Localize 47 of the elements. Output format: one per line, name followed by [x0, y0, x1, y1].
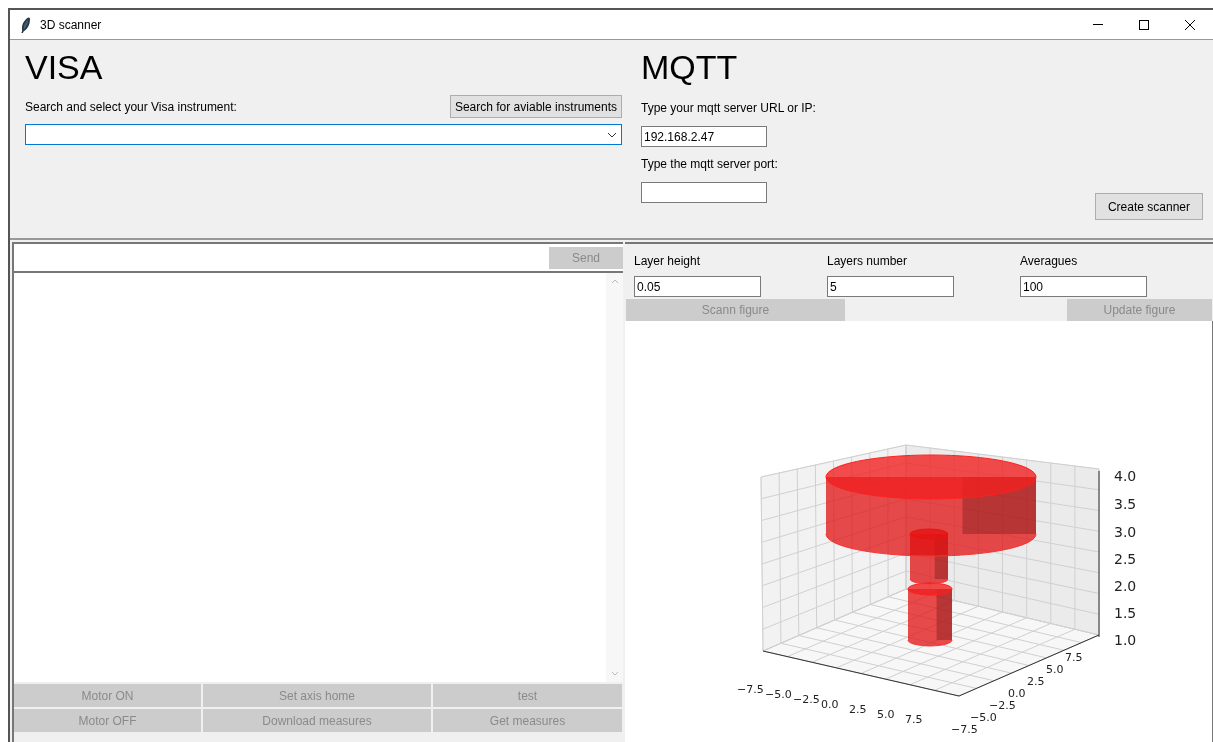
search-button[interactable]: Search for aviable instruments — [449, 95, 622, 118]
maximize-icon — [1139, 19, 1149, 30]
scroll-up-icon — [610, 279, 619, 284]
setting-input-field[interactable]: 100 — [1020, 276, 1147, 297]
tick-label: 2.5 — [1027, 675, 1045, 688]
scroll-down-icon — [610, 671, 619, 676]
field-label: Search and select your Visa instrument: — [25, 98, 237, 116]
tick-label: 3.5 — [1114, 496, 1137, 512]
window-title: 3D scanner — [40, 16, 102, 34]
setting-input-field[interactable]: 5 — [827, 276, 954, 297]
section-heading: VISA — [25, 48, 104, 86]
tick-label: 5.0 — [877, 708, 895, 721]
tick-label: 7.5 — [1065, 651, 1083, 664]
tick-label: 2.0 — [1114, 578, 1137, 594]
tick-label: 7.5 — [905, 713, 923, 726]
section-heading: MQTT — [641, 48, 739, 86]
tick-label: −2.5 — [793, 693, 820, 706]
field-label: Averagues — [1020, 253, 1079, 270]
url-input-field[interactable]: 192.168.2.47 — [641, 126, 767, 147]
tick-label: 4.0 — [1114, 468, 1137, 484]
cylinder-drawing — [907, 582, 953, 647]
tick-label: −5.0 — [970, 711, 997, 724]
field-label: Type your mqtt server URL or IP: — [641, 100, 817, 117]
scrollbar[interactable] — [606, 273, 623, 682]
tick-label: 0.0 — [1008, 687, 1026, 700]
close-icon — [1185, 19, 1195, 30]
create-scanner-button[interactable]: Create scanner — [1094, 193, 1203, 220]
tick-label: 2.5 — [1114, 551, 1137, 567]
feather-icon — [21, 16, 31, 33]
field-label: Layer height — [634, 253, 702, 270]
instrument-combobox[interactable] — [25, 124, 622, 145]
field-label: Layers number — [827, 253, 909, 270]
tick-label: 1.0 — [1114, 632, 1137, 648]
tick-label: −2.5 — [989, 699, 1016, 712]
tick-label: 1.5 — [1114, 605, 1137, 621]
tick-label: 2.5 — [849, 703, 867, 716]
port-input-field[interactable] — [641, 182, 767, 203]
chevron-down-icon — [607, 131, 617, 138]
tick-label: −5.0 — [765, 688, 792, 701]
tick-label: 0.0 — [821, 698, 839, 711]
minimize-icon — [1093, 24, 1103, 25]
tick-label: −7.5 — [737, 683, 764, 696]
setting-input-field[interactable]: 0.05 — [634, 276, 761, 297]
tick-label: −7.5 — [951, 723, 978, 736]
field-label: Type the mqtt server port: — [641, 156, 779, 173]
tick-label: 5.0 — [1046, 663, 1064, 676]
tick-label: 3.0 — [1114, 524, 1137, 540]
